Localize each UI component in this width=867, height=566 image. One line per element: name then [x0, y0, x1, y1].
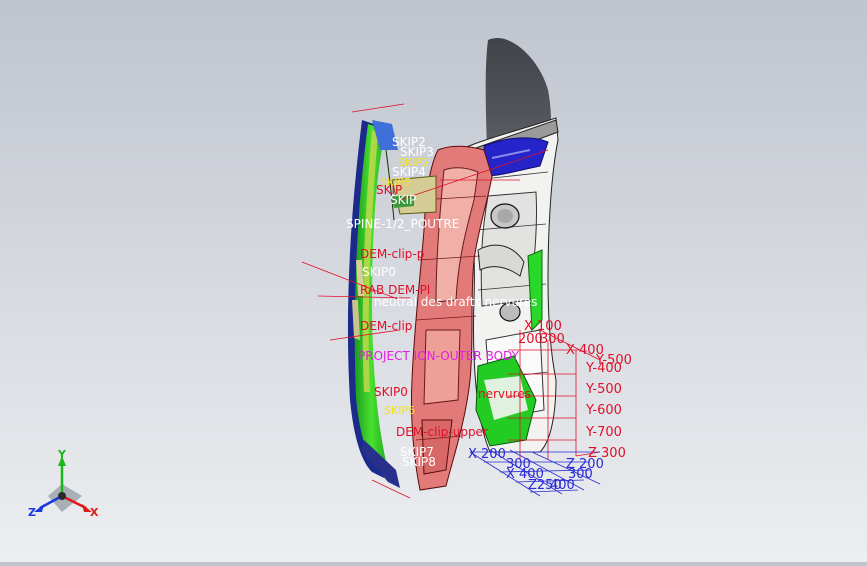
grid-label-x200-bottom: X 200	[468, 447, 506, 462]
skip-label: SKIP0	[374, 385, 408, 399]
cad-3d-viewport[interactable]: X 100 200 300 X 400 Y-500 Y-400 Y-500 Y-…	[0, 0, 867, 562]
dem-clip-mid-label: DEM-clip	[360, 319, 412, 333]
skip-label: SKIP	[390, 193, 416, 207]
orientation-triad[interactable]: Y X Z	[28, 448, 99, 519]
x-axis-label: X	[90, 506, 99, 519]
neutral-fibre-label: neutral des drafts nervures	[374, 295, 537, 309]
grid-label-y600: Y-600	[585, 403, 622, 418]
spine-label: SPINE-1/2_POUTRE	[346, 217, 459, 231]
triad-origin	[58, 492, 66, 500]
grid-label-y400: Y-400	[585, 361, 622, 376]
model-canvas[interactable]: X 100 200 300 X 400 Y-500 Y-400 Y-500 Y-…	[0, 0, 867, 562]
red-bottom-label: DEM-clip-upper	[396, 425, 488, 439]
grid-label-y500: Y-500	[585, 382, 622, 397]
skip-label: SKIP6	[384, 404, 415, 417]
z-axis-label: Z	[28, 506, 36, 519]
dem-clip-top-label: DEM-clip-p	[360, 247, 424, 261]
grid-label-x300: 300	[540, 332, 565, 347]
nervures-label: nervures	[478, 387, 531, 401]
grid-label-z400: 400	[550, 478, 575, 493]
skip-label: SKIP8	[402, 455, 436, 469]
projection-label: PROJECT ION-OUTER BODY	[358, 349, 520, 363]
skip-mid-label: SKIP0	[362, 265, 396, 279]
y-axis-label: Y	[57, 448, 67, 461]
grid-label-y700: Y-700	[585, 425, 622, 440]
